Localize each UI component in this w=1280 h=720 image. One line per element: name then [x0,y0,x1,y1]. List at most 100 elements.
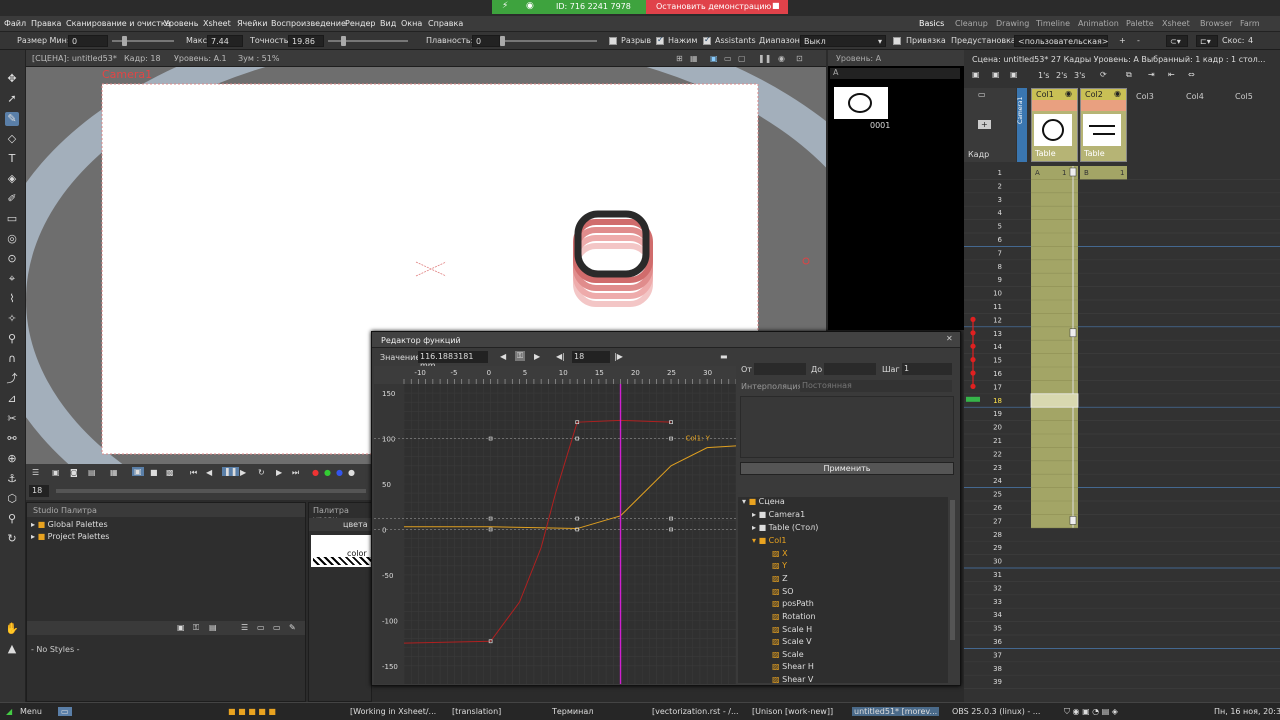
assistants-checkbox[interactable] [703,35,711,45]
frame-field[interactable]: 18 [572,351,610,363]
frame-number[interactable]: 28 [993,531,1002,539]
channel-x[interactable]: ▨ X [772,549,788,561]
task-4[interactable]: [vectorization.rst - /... [652,707,739,716]
prev-frame-icon[interactable]: ◀| [556,352,565,361]
iron-tool-icon[interactable]: ⊿ [5,392,19,406]
channel-shear-v[interactable]: ▨ Shear V [772,675,813,687]
blue-channel-icon[interactable]: ● [336,468,343,477]
task-5[interactable]: [Unison [work-new]] [752,707,833,716]
menu-scan[interactable]: Сканирование и очистка [66,19,171,28]
room-farm[interactable]: Farm [1240,19,1260,28]
frame-number[interactable]: 27 [993,517,1002,525]
menu-level[interactable]: Уровень [164,19,198,28]
add-column-button[interactable]: + [978,120,991,129]
prev-key-icon[interactable]: ◀ [500,352,506,361]
column-header-col2[interactable]: Col2 ◉ Table [1080,88,1127,162]
frame-number[interactable]: 35 [993,625,1002,633]
task-3[interactable]: Терминал [552,707,593,716]
tape-tool-icon[interactable]: ◎ [5,232,19,246]
interpolation-dropdown[interactable]: Постоянная [800,380,952,392]
function-editor-titlebar[interactable]: Редактор функций ✕ [372,332,960,348]
channel-scale-h[interactable]: ▨ Scale H [772,625,812,637]
frame-bg-black-icon[interactable]: ■ [150,468,158,477]
tree-scene[interactable]: ▾ ■ Сцена [742,497,785,509]
save-icon[interactable]: ▣ [52,468,60,477]
magnet-tool-icon[interactable]: ∩ [5,352,19,366]
color-style-chip[interactable]: color_0 [311,535,376,567]
value-ruler[interactable] [374,384,404,684]
key-icon[interactable] [1069,328,1077,338]
swing-icon[interactable]: ⇔ [1188,70,1195,79]
frame-number[interactable]: 37 [993,651,1002,659]
frame-number[interactable]: 33 [993,598,1002,606]
join-style-dropdown[interactable]: ⊏▾ [1196,35,1218,47]
duplicate-icon[interactable]: ⧉ [1126,70,1132,80]
step-3-button[interactable]: 3's [1074,71,1085,80]
frame-number[interactable]: 9 [998,276,1002,284]
view-mode-icon[interactable]: ▤ [209,623,217,632]
rotate-tool-icon[interactable]: ↻ [5,532,19,546]
table-view-icon[interactable]: ▭ [724,54,732,63]
camera-icon[interactable]: ◙ [70,468,78,477]
frame-slider[interactable] [56,489,366,493]
channel-y[interactable]: ▨ Y [772,561,787,573]
frame-number[interactable]: 26 [993,504,1002,512]
plastic-tool-icon[interactable]: ⬡ [5,492,19,506]
column-header-col1[interactable]: Col1 ◉ Table [1031,88,1078,162]
menu-cells[interactable]: Ячейки [237,19,267,28]
launcher-icons[interactable]: ■ ■ ■ ■ ■ [228,707,276,716]
frame-number[interactable]: 15 [993,357,1002,365]
function-curve-graph[interactable]: -10 -5 0 5 10 15 20 25 30150100500-50-100-150Col… [374,366,736,684]
close-icon[interactable]: ✕ [946,334,953,343]
start-menu-label[interactable]: Menu [20,707,42,716]
level-palette-tab[interactable]: цвета [309,518,373,531]
frame-number[interactable]: 32 [993,584,1002,592]
pressure-checkbox[interactable] [656,35,664,45]
sub-camera-icon[interactable]: ⊡ [796,54,803,63]
menu-xsheet[interactable]: Xsheet [203,19,231,28]
style-picker-icon[interactable]: ⊙ [5,252,19,266]
snap-checkbox[interactable] [893,37,901,45]
list-icon[interactable]: ☰ [241,623,248,632]
range-dropdown[interactable]: Выкл ▾ [800,35,886,47]
level-frame-thumbnail[interactable] [834,87,888,119]
frame-number[interactable]: 16 [993,370,1002,378]
next-frame-icon[interactable]: |▶ [614,352,623,361]
room-xsheet[interactable]: Xsheet [1162,19,1190,28]
frame-number[interactable]: 4 [998,209,1003,217]
frame-number[interactable]: 14 [993,343,1002,351]
smooth-slider-handle[interactable] [500,36,505,46]
frame-number[interactable]: 11 [993,303,1002,311]
palette-tree-global[interactable]: ▸ ■ Global Palettes [31,520,108,532]
toggle-preview-icon[interactable]: ▭ [978,90,986,99]
preview-icon[interactable]: ▤ [88,468,96,477]
playback-frame-field[interactable]: 18 [29,485,49,497]
palette-tree-project[interactable]: ▸ ■ Project Palettes [31,532,109,544]
eye-icon[interactable]: ◉ [1114,89,1121,98]
frame-number[interactable]: 24 [993,477,1002,485]
size-min-field[interactable]: 0 [68,35,108,47]
show-desktop-icon[interactable]: ▭ [58,707,72,716]
key-icon[interactable] [1069,516,1077,525]
channel-scale[interactable]: ▨ Scale [772,650,804,662]
room-animation[interactable]: Animation [1078,19,1119,28]
cap-style-dropdown[interactable]: ⊂▾ [1166,35,1188,47]
camera-view-icon[interactable]: ▣ [710,54,718,63]
pump-tool-icon[interactable]: ⚲ [5,332,19,346]
frame-bg-check-icon[interactable]: ▩ [166,468,174,477]
frame-number[interactable]: 2 [998,182,1002,190]
frame-number[interactable]: 34 [993,611,1002,619]
frame-number[interactable]: 3 [998,196,1002,204]
rgb-picker-icon[interactable]: ⌖ [5,272,19,286]
field-guide-icon[interactable]: ▦ [690,54,698,63]
channel-z[interactable]: ▨ Z [772,574,788,586]
accuracy-slider-handle[interactable] [341,36,346,46]
new-raster-level-icon[interactable]: ▣ [1010,70,1018,79]
frame-number[interactable]: 7 [998,249,1002,257]
chevron-down-icon[interactable]: ▾ [752,536,756,545]
frame-number[interactable]: 5 [998,223,1002,231]
paint-brush-tool-icon[interactable]: ✐ [5,192,19,206]
frame-number[interactable]: 12 [993,316,1002,324]
eraser-tool-icon[interactable]: ▭ [5,212,19,226]
chevron-right-icon[interactable]: ▸ [752,523,756,532]
